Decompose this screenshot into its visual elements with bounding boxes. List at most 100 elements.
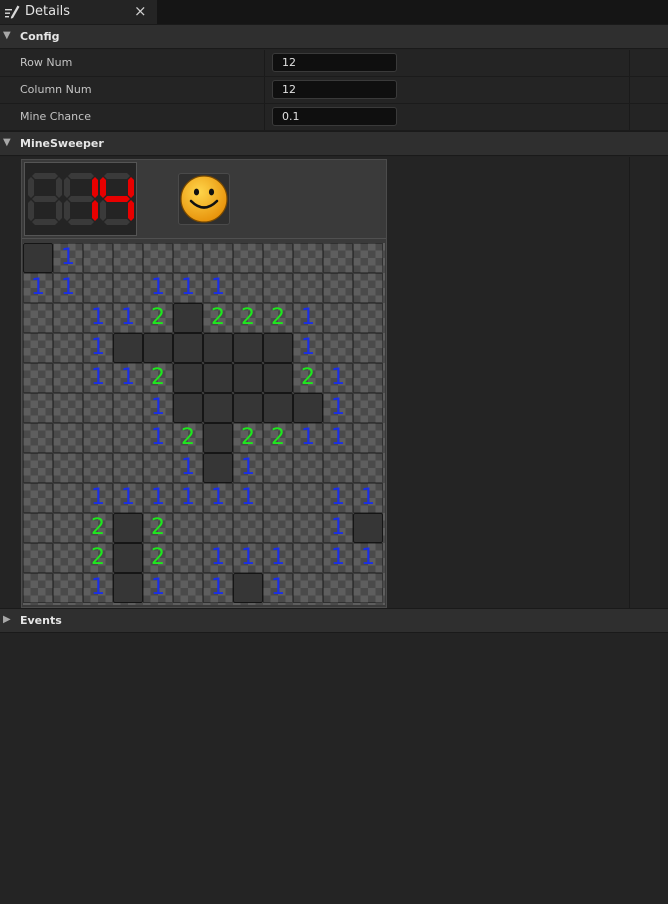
grid-cell-number[interactable]: 1 [83, 303, 113, 333]
grid-cell-empty[interactable] [83, 243, 113, 273]
grid-cell-empty[interactable] [293, 513, 323, 543]
grid-cell-empty[interactable] [293, 273, 323, 303]
grid-cell-number[interactable]: 2 [83, 513, 113, 543]
grid-cell-number[interactable]: 1 [323, 423, 353, 453]
grid-cell-number[interactable]: 2 [143, 303, 173, 333]
grid-cell-number[interactable]: 1 [83, 573, 113, 603]
grid-cell-empty[interactable] [263, 273, 293, 303]
grid-cell-covered[interactable] [173, 393, 203, 423]
grid-cell-empty[interactable] [263, 453, 293, 483]
grid-cell-empty[interactable] [353, 303, 383, 333]
grid-cell-number[interactable]: 1 [53, 243, 83, 273]
grid-cell-number[interactable]: 1 [143, 393, 173, 423]
grid-cell-empty[interactable] [23, 573, 53, 603]
grid-cell-number[interactable]: 1 [23, 273, 53, 303]
grid-cell-empty[interactable] [53, 423, 83, 453]
grid-cell-covered[interactable] [263, 393, 293, 423]
grid-cell-empty[interactable] [143, 453, 173, 483]
grid-cell-number[interactable]: 1 [113, 483, 143, 513]
grid-cell-empty[interactable] [23, 393, 53, 423]
grid-cell-number[interactable]: 1 [113, 363, 143, 393]
grid-cell-empty[interactable] [53, 543, 83, 573]
grid-cell-number[interactable]: 1 [83, 483, 113, 513]
grid-cell-number[interactable]: 2 [293, 363, 323, 393]
grid-cell-covered[interactable] [173, 363, 203, 393]
grid-cell-number[interactable]: 2 [143, 363, 173, 393]
grid-cell-covered[interactable] [113, 333, 143, 363]
grid-cell-number[interactable]: 1 [173, 483, 203, 513]
grid-cell-empty[interactable] [53, 393, 83, 423]
grid-cell-number[interactable]: 1 [353, 543, 383, 573]
grid-cell-empty[interactable] [53, 303, 83, 333]
grid-cell-empty[interactable] [203, 243, 233, 273]
grid-cell-number[interactable]: 2 [83, 543, 113, 573]
grid-cell-covered[interactable] [203, 393, 233, 423]
grid-cell-number[interactable]: 1 [203, 573, 233, 603]
grid-cell-number[interactable]: 1 [203, 543, 233, 573]
grid-cell-empty[interactable] [23, 483, 53, 513]
grid-cell-covered[interactable] [263, 363, 293, 393]
grid-cell-covered[interactable] [203, 363, 233, 393]
grid-cell-empty[interactable] [113, 273, 143, 303]
grid-cell-number[interactable]: 1 [323, 513, 353, 543]
column-splitter[interactable] [264, 50, 265, 76]
column-num-field[interactable] [272, 80, 397, 99]
grid-cell-covered[interactable] [113, 543, 143, 573]
grid-cell-empty[interactable] [293, 543, 323, 573]
grid-cell-empty[interactable] [353, 423, 383, 453]
grid-cell-covered[interactable] [143, 333, 173, 363]
grid-cell-empty[interactable] [323, 333, 353, 363]
grid-cell-number[interactable]: 1 [203, 483, 233, 513]
grid-cell-empty[interactable] [353, 273, 383, 303]
grid-cell-number[interactable]: 1 [233, 543, 263, 573]
grid-cell-empty[interactable] [23, 543, 53, 573]
grid-cell-number[interactable]: 2 [143, 513, 173, 543]
grid-cell-empty[interactable] [53, 333, 83, 363]
grid-cell-empty[interactable] [173, 513, 203, 543]
grid-cell-empty[interactable] [263, 513, 293, 543]
grid-cell-empty[interactable] [83, 273, 113, 303]
grid-cell-empty[interactable] [113, 423, 143, 453]
mine-chance-field[interactable] [272, 107, 397, 126]
grid-cell-number[interactable]: 1 [53, 273, 83, 303]
grid-cell-empty[interactable] [23, 513, 53, 543]
grid-cell-empty[interactable] [173, 543, 203, 573]
grid-cell-number[interactable]: 1 [263, 573, 293, 603]
grid-cell-number[interactable]: 2 [203, 303, 233, 333]
grid-cell-empty[interactable] [143, 243, 173, 273]
grid-cell-number[interactable]: 1 [173, 273, 203, 303]
category-minesweeper[interactable]: ▼ MineSweeper [0, 131, 668, 156]
grid-cell-empty[interactable] [113, 453, 143, 483]
grid-cell-empty[interactable] [293, 453, 323, 483]
grid-cell-empty[interactable] [113, 393, 143, 423]
grid-cell-empty[interactable] [53, 363, 83, 393]
grid-cell-empty[interactable] [323, 303, 353, 333]
grid-cell-empty[interactable] [233, 273, 263, 303]
grid-cell-empty[interactable] [83, 453, 113, 483]
grid-cell-number[interactable]: 1 [233, 453, 263, 483]
grid-cell-empty[interactable] [293, 483, 323, 513]
grid-cell-number[interactable]: 1 [173, 453, 203, 483]
row-num-field[interactable] [272, 53, 397, 72]
grid-cell-empty[interactable] [53, 513, 83, 543]
grid-cell-covered[interactable] [23, 243, 53, 273]
grid-cell-number[interactable]: 1 [203, 273, 233, 303]
grid-cell-covered[interactable] [263, 333, 293, 363]
grid-cell-number[interactable]: 1 [83, 333, 113, 363]
grid-cell-number[interactable]: 1 [293, 333, 323, 363]
grid-cell-covered[interactable] [203, 333, 233, 363]
grid-cell-covered[interactable] [173, 303, 203, 333]
grid-cell-empty[interactable] [83, 423, 113, 453]
mine-grid[interactable]: 1111111122221111122111122211111111111122… [23, 243, 385, 605]
grid-cell-covered[interactable] [173, 333, 203, 363]
category-events[interactable]: ▶ Events [0, 608, 668, 633]
grid-cell-covered[interactable] [233, 573, 263, 603]
grid-cell-empty[interactable] [53, 483, 83, 513]
grid-cell-covered[interactable] [293, 393, 323, 423]
grid-cell-empty[interactable] [23, 333, 53, 363]
grid-cell-empty[interactable] [173, 243, 203, 273]
grid-cell-empty[interactable] [323, 273, 353, 303]
grid-cell-empty[interactable] [353, 393, 383, 423]
grid-cell-number[interactable]: 1 [143, 573, 173, 603]
grid-cell-empty[interactable] [323, 573, 353, 603]
